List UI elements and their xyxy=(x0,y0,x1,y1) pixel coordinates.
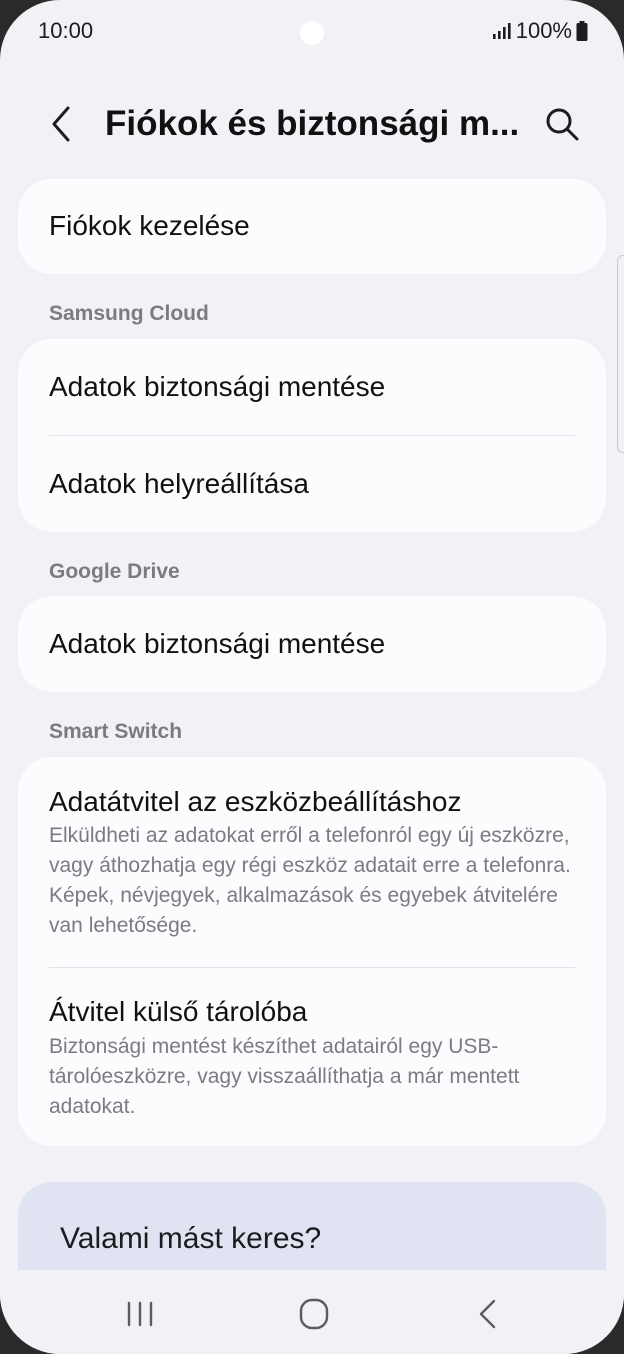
battery-percent: 100% xyxy=(515,18,572,43)
row-title: Átvitel külső tárolóba xyxy=(49,996,308,1027)
samsung-backup-item[interactable]: Adatok biztonsági mentése xyxy=(18,339,606,436)
recent-apps-icon[interactable] xyxy=(118,1292,162,1336)
row-title: Fiókok kezelése xyxy=(49,210,250,241)
google-backup-item[interactable]: Adatok biztonsági mentése xyxy=(18,596,606,692)
device-transfer-item[interactable]: Adatátvitel az eszközbeállításhoz Elküld… xyxy=(18,757,606,967)
suggestion-title: Valami mást keres? xyxy=(60,1222,322,1255)
signal-icon xyxy=(492,23,511,39)
page-title: Fiókok és biztonsági m... xyxy=(105,104,520,143)
chevron-left-icon[interactable] xyxy=(44,102,80,146)
smart-switch-card: Adatátvitel az eszközbeállításhoz Elküld… xyxy=(18,757,606,1146)
section-header-google-drive: Google Drive xyxy=(49,560,180,583)
row-title: Adatátvitel az eszközbeállításhoz xyxy=(49,786,462,817)
front-camera-dot xyxy=(300,21,324,45)
manage-accounts-item[interactable]: Fiókok kezelése xyxy=(18,179,606,274)
samsung-restore-item[interactable]: Adatok helyreállítása xyxy=(18,436,606,532)
scrollbar[interactable] xyxy=(617,255,624,453)
row-title: Adatok biztonsági mentése xyxy=(49,371,386,402)
external-storage-transfer-item[interactable]: Átvitel külső tárolóba Biztonsági mentés… xyxy=(18,968,606,1146)
row-description: Biztonsági mentést készíthet adatairól e… xyxy=(49,1035,520,1118)
status-right: 100% xyxy=(492,18,588,44)
back-icon[interactable] xyxy=(466,1292,510,1336)
app-bar: Fiókok és biztonsági m... xyxy=(0,88,624,160)
home-icon[interactable] xyxy=(292,1292,336,1336)
status-time: 10:00 xyxy=(38,18,94,43)
section-header-smart-switch: Smart Switch xyxy=(49,720,183,743)
search-icon[interactable] xyxy=(542,104,582,144)
row-title: Adatok biztonsági mentése xyxy=(49,628,386,659)
section-header-samsung-cloud: Samsung Cloud xyxy=(49,302,209,325)
google-drive-card: Adatok biztonsági mentése xyxy=(18,596,606,692)
navigation-bar xyxy=(0,1270,624,1354)
battery-icon xyxy=(576,21,588,41)
settings-screen: 10:00 100% Fiókok és biztonsági m... Fió… xyxy=(0,0,624,1354)
accounts-card: Fiókok kezelése xyxy=(18,179,606,274)
row-title: Adatok helyreállítása xyxy=(49,468,309,499)
row-description: Elküldheti az adatokat erről a telefonró… xyxy=(49,824,571,937)
status-bar: 10:00 100% xyxy=(0,0,624,66)
samsung-cloud-card: Adatok biztonsági mentése Adatok helyreá… xyxy=(18,339,606,532)
